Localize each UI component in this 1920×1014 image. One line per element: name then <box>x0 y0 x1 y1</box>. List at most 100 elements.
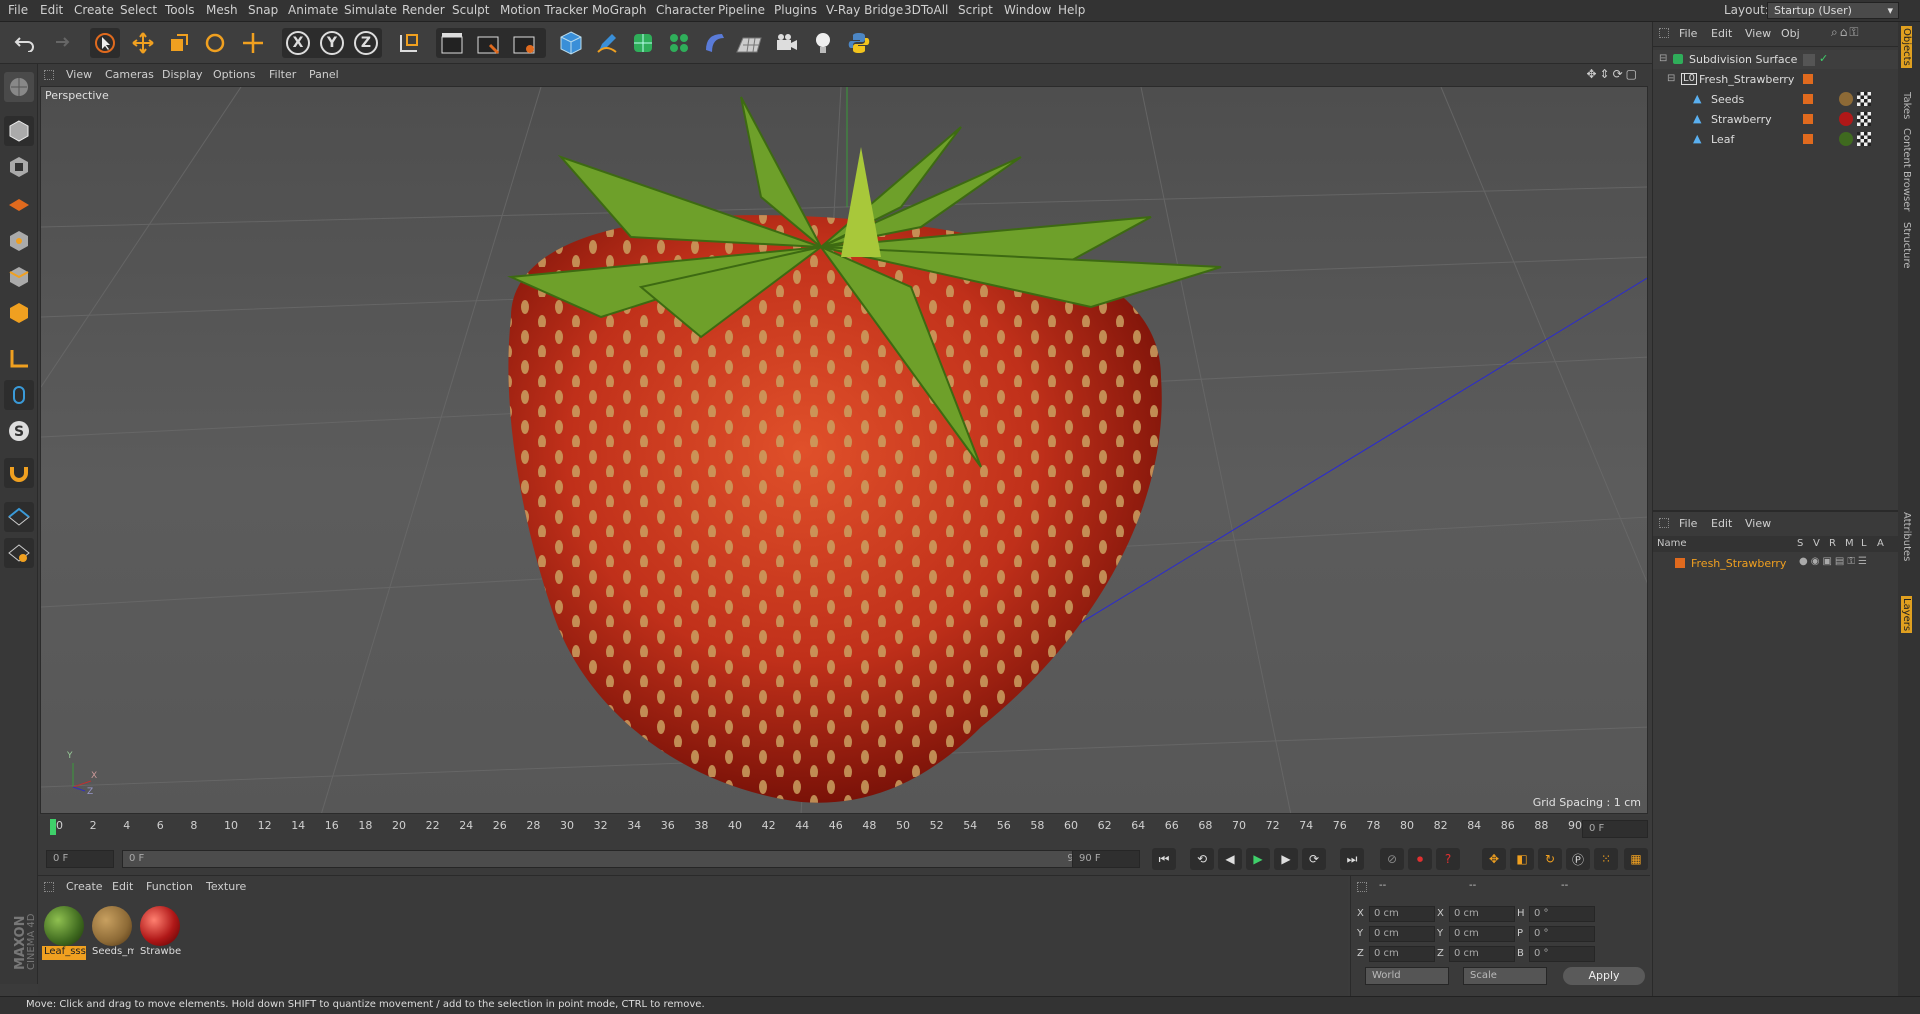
viewport-menu-panel[interactable]: Panel <box>309 68 339 81</box>
material-seeds[interactable]: Seeds_m <box>90 904 134 960</box>
object-menu-file[interactable]: File <box>1679 27 1697 40</box>
live-selection-button[interactable] <box>90 28 120 58</box>
material-menu-create[interactable]: Create <box>66 880 103 893</box>
menu-motion-tracker[interactable]: Motion Tracker <box>500 3 588 17</box>
pen-button[interactable] <box>592 28 622 58</box>
rotate-button[interactable] <box>200 28 230 58</box>
x-axis-button[interactable]: X <box>286 31 310 55</box>
menu-tools[interactable]: Tools <box>165 3 195 17</box>
layer-menu-file[interactable]: File <box>1679 517 1697 530</box>
key-scale-button[interactable]: ◧ <box>1510 848 1534 870</box>
model-mode-button[interactable] <box>4 116 34 146</box>
timeline-ruler[interactable]: 0 2 4 6 8 10 12 14 16 18 20 22 24 26 28 30 32 34 36 38 40 42 4… <box>38 816 1650 842</box>
texture-tag-icon[interactable] <box>1857 112 1871 126</box>
subdivision-button[interactable] <box>628 28 658 58</box>
key-pla-button[interactable]: ⁙ <box>1594 848 1618 870</box>
menu-plugins[interactable]: Plugins <box>774 3 817 17</box>
undo-button[interactable] <box>10 28 40 58</box>
coords-value-field[interactable]: 0 ° <box>1529 946 1595 962</box>
polygon-mode-button[interactable] <box>4 298 34 328</box>
coords-value-field[interactable]: 0 cm <box>1369 946 1435 962</box>
deformer-button[interactable] <box>700 28 730 58</box>
key-position-button[interactable]: ✥ <box>1482 848 1506 870</box>
texture-tag-icon[interactable] <box>1857 92 1871 106</box>
magnet-button[interactable] <box>4 458 34 488</box>
menu-vray-bridge[interactable]: V-Ray Bridge <box>826 3 903 17</box>
render-picture-viewer-icon[interactable] <box>476 31 502 55</box>
layer-flags-icons[interactable]: ●◉▣▤⚿☰ <box>1799 556 1870 567</box>
material-menu-texture[interactable]: Texture <box>206 880 246 893</box>
visibility-icon[interactable] <box>1803 54 1815 66</box>
menu-file[interactable]: File <box>8 3 28 17</box>
floor-button[interactable] <box>734 28 764 58</box>
menu-pipeline[interactable]: Pipeline <box>718 3 765 17</box>
goto-next-key-button[interactable]: ⟳ <box>1302 848 1326 870</box>
coords-world-select[interactable]: World <box>1365 967 1449 985</box>
render-view-icon[interactable] <box>440 31 466 55</box>
texture-mode-button[interactable] <box>4 152 34 182</box>
menu-select[interactable]: Select <box>120 3 157 17</box>
key-parameter-button[interactable]: Ⓟ <box>1566 848 1590 870</box>
tab-attributes[interactable]: Attributes <box>1901 512 1912 561</box>
snap-button[interactable]: S <box>4 416 34 446</box>
material-tag-icon[interactable] <box>1839 112 1853 126</box>
menu-mesh[interactable]: Mesh <box>206 3 238 17</box>
redo-button[interactable] <box>44 28 74 58</box>
menu-render[interactable]: Render <box>402 3 445 17</box>
material-menu-edit[interactable]: Edit <box>112 880 133 893</box>
frame-range-slider[interactable]: 0 F 90 F <box>122 850 1102 868</box>
coordinate-system-button[interactable] <box>394 28 424 58</box>
menu-character[interactable]: Character <box>656 3 715 17</box>
menu-snap[interactable]: Snap <box>248 3 278 17</box>
cloner-button[interactable] <box>664 28 694 58</box>
coords-value-field[interactable]: 0 cm <box>1449 926 1515 942</box>
move-button[interactable] <box>128 28 158 58</box>
camera-button[interactable] <box>772 28 802 58</box>
goto-end-button[interactable]: ⏭ <box>1340 848 1364 870</box>
viewport-menu-view[interactable]: View <box>66 68 92 81</box>
object-row[interactable]: ▲ Leaf <box>1653 130 1899 149</box>
object-menu-obj[interactable]: Obj <box>1781 27 1800 40</box>
check-icon[interactable]: ✓ <box>1819 52 1828 65</box>
tab-objects[interactable]: Objects <box>1901 26 1912 68</box>
texture-tag-icon[interactable] <box>1857 132 1871 146</box>
object-menu-view[interactable]: View <box>1745 27 1771 40</box>
collapse-icon[interactable]: ⊟ <box>1667 73 1675 84</box>
lock-workplane-button[interactable] <box>4 538 34 568</box>
playhead[interactable] <box>50 819 56 835</box>
coords-value-field[interactable]: 0 cm <box>1449 946 1515 962</box>
layer-row[interactable]: Fresh_Strawberry ●◉▣▤⚿☰ <box>1653 554 1899 573</box>
viewport-menu-display[interactable]: Display <box>162 68 203 81</box>
viewport-menu-options[interactable]: Options <box>213 68 255 81</box>
tab-structure[interactable]: Structure <box>1901 222 1912 269</box>
menu-mograph[interactable]: MoGraph <box>592 3 647 17</box>
layer-color-icon[interactable] <box>1803 134 1813 144</box>
menu-edit[interactable]: Edit <box>40 3 63 17</box>
autokey-button[interactable]: ⏺ <box>1408 848 1432 870</box>
menu-create[interactable]: Create <box>74 3 114 17</box>
make-editable-button[interactable] <box>4 72 34 102</box>
goto-start-button[interactable]: ⏮ <box>1152 848 1176 870</box>
z-axis-button[interactable]: Z <box>354 31 378 55</box>
tab-content-browser[interactable]: Content Browser <box>1901 128 1912 211</box>
solo-button[interactable] <box>4 502 34 532</box>
menu-window[interactable]: Window <box>1004 3 1051 17</box>
search-icon[interactable]: ⌕⌂⚿ <box>1831 25 1860 40</box>
start-frame-field[interactable]: 0 F <box>46 850 114 868</box>
record-keys-button[interactable]: ⊘ <box>1380 848 1404 870</box>
viewport-nav-icons[interactable]: ✥⇕⟳▢ <box>1586 67 1640 81</box>
menu-3dtoall[interactable]: 3DToAll <box>904 3 948 17</box>
material-leaf[interactable]: Leaf_sss <box>42 904 86 960</box>
menu-simulate[interactable]: Simulate <box>344 3 397 17</box>
cube-button[interactable] <box>556 28 586 58</box>
coords-scale-select[interactable]: Scale <box>1463 967 1547 985</box>
material-menu-function[interactable]: Function <box>146 880 193 893</box>
object-row[interactable]: ⊟ L0 Fresh_Strawberry <box>1653 70 1899 89</box>
layer-menu-edit[interactable]: Edit <box>1711 517 1732 530</box>
goto-prev-key-button[interactable]: ⟲ <box>1190 848 1214 870</box>
axis-move-button[interactable] <box>238 28 268 58</box>
viewport-menu-cameras[interactable]: Cameras <box>105 68 154 81</box>
layer-color-icon[interactable] <box>1803 94 1813 104</box>
coords-value-field[interactable]: 0 cm <box>1449 906 1515 922</box>
collapse-icon[interactable]: ⊟ <box>1659 53 1667 64</box>
